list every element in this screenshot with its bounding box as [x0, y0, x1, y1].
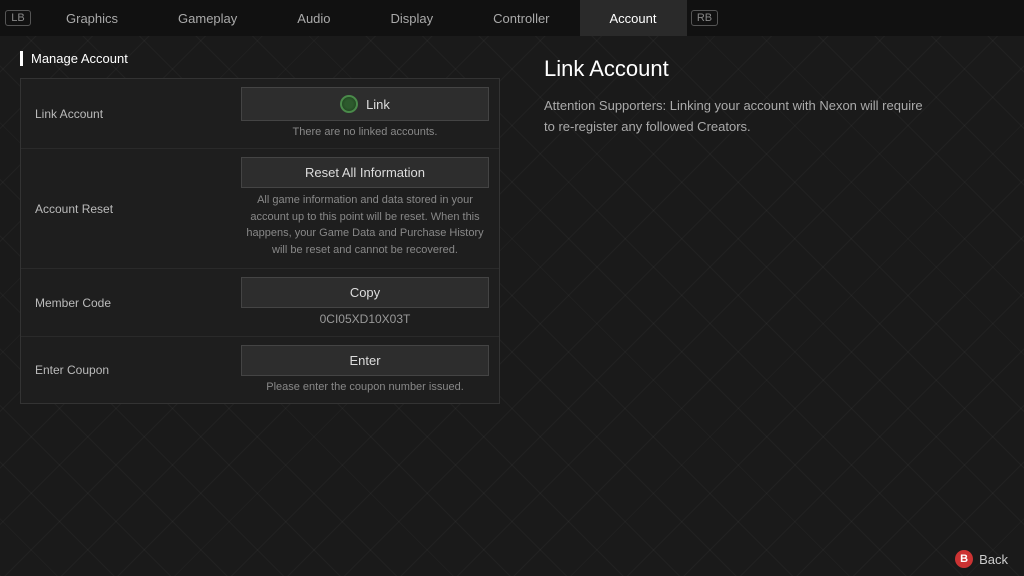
- back-icon: B: [955, 550, 973, 568]
- settings-row-link-account: Link Account Link There are no linked acco…: [21, 79, 499, 149]
- label-member-code: Member Code: [21, 284, 231, 322]
- left-panel: Manage Account Link Account Link There are…: [0, 36, 520, 576]
- sub-text-link-account: There are no linked accounts.: [241, 121, 489, 140]
- control-link-account: Link There are no linked accounts.: [231, 79, 499, 148]
- settings-table: Link Account Link There are no linked acco…: [20, 78, 500, 404]
- control-enter-coupon: Enter Please enter the coupon number issu…: [231, 337, 499, 403]
- right-panel-title: Link Account: [544, 56, 1000, 82]
- settings-row-enter-coupon: Enter Coupon Enter Please enter the coupon…: [21, 337, 499, 403]
- control-account-reset: Reset All Information All game informatio…: [231, 149, 499, 268]
- label-enter-coupon: Enter Coupon: [21, 351, 231, 389]
- nav-bar: LB GraphicsGameplayAudioDisplayControlle…: [0, 0, 1024, 36]
- member-code-value: 0CI05XD10X03T: [241, 308, 489, 328]
- nav-item-controller[interactable]: Controller: [463, 0, 579, 36]
- control-member-code: Copy 0CI05XD10X03T: [231, 269, 499, 336]
- button-label-account-reset: Reset All Information: [305, 165, 425, 180]
- settings-row-member-code: Member Code Copy 0CI05XD10X03T: [21, 269, 499, 337]
- nav-item-display[interactable]: Display: [361, 0, 464, 36]
- section-title: Manage Account: [20, 51, 500, 66]
- nav-item-account[interactable]: Account: [580, 0, 687, 36]
- button-label-enter-coupon: Enter: [349, 353, 380, 368]
- nav-item-audio[interactable]: Audio: [267, 0, 360, 36]
- rb-bumper[interactable]: RB: [687, 0, 723, 36]
- button-account-reset[interactable]: Reset All Information: [241, 157, 489, 188]
- label-link-account: Link Account: [21, 95, 231, 133]
- sub-text-enter-coupon: Please enter the coupon number issued.: [241, 376, 489, 395]
- main-content: Manage Account Link Account Link There are…: [0, 36, 1024, 576]
- bottom-bar: B Back: [939, 542, 1024, 576]
- label-account-reset: Account Reset: [21, 190, 231, 228]
- right-panel: Link Account Attention Supporters: Linki…: [520, 36, 1024, 576]
- nav-item-graphics[interactable]: Graphics: [36, 0, 148, 36]
- lb-icon: LB: [5, 10, 30, 26]
- settings-row-account-reset: Account Reset Reset All Information All ga…: [21, 149, 499, 269]
- rb-icon: RB: [691, 10, 718, 26]
- button-link-account[interactable]: Link: [241, 87, 489, 121]
- back-label[interactable]: Back: [979, 552, 1008, 567]
- description-account-reset: All game information and data stored in …: [241, 188, 489, 260]
- button-label-link-account: Link: [366, 97, 390, 112]
- link-circle-icon: [340, 95, 358, 113]
- lb-bumper[interactable]: LB: [0, 0, 36, 36]
- button-member-code[interactable]: Copy: [241, 277, 489, 308]
- button-label-member-code: Copy: [350, 285, 380, 300]
- button-enter-coupon[interactable]: Enter: [241, 345, 489, 376]
- nav-items: GraphicsGameplayAudioDisplayControllerAc…: [36, 0, 687, 36]
- nav-item-gameplay[interactable]: Gameplay: [148, 0, 267, 36]
- right-panel-desc: Attention Supporters: Linking your accou…: [544, 96, 924, 138]
